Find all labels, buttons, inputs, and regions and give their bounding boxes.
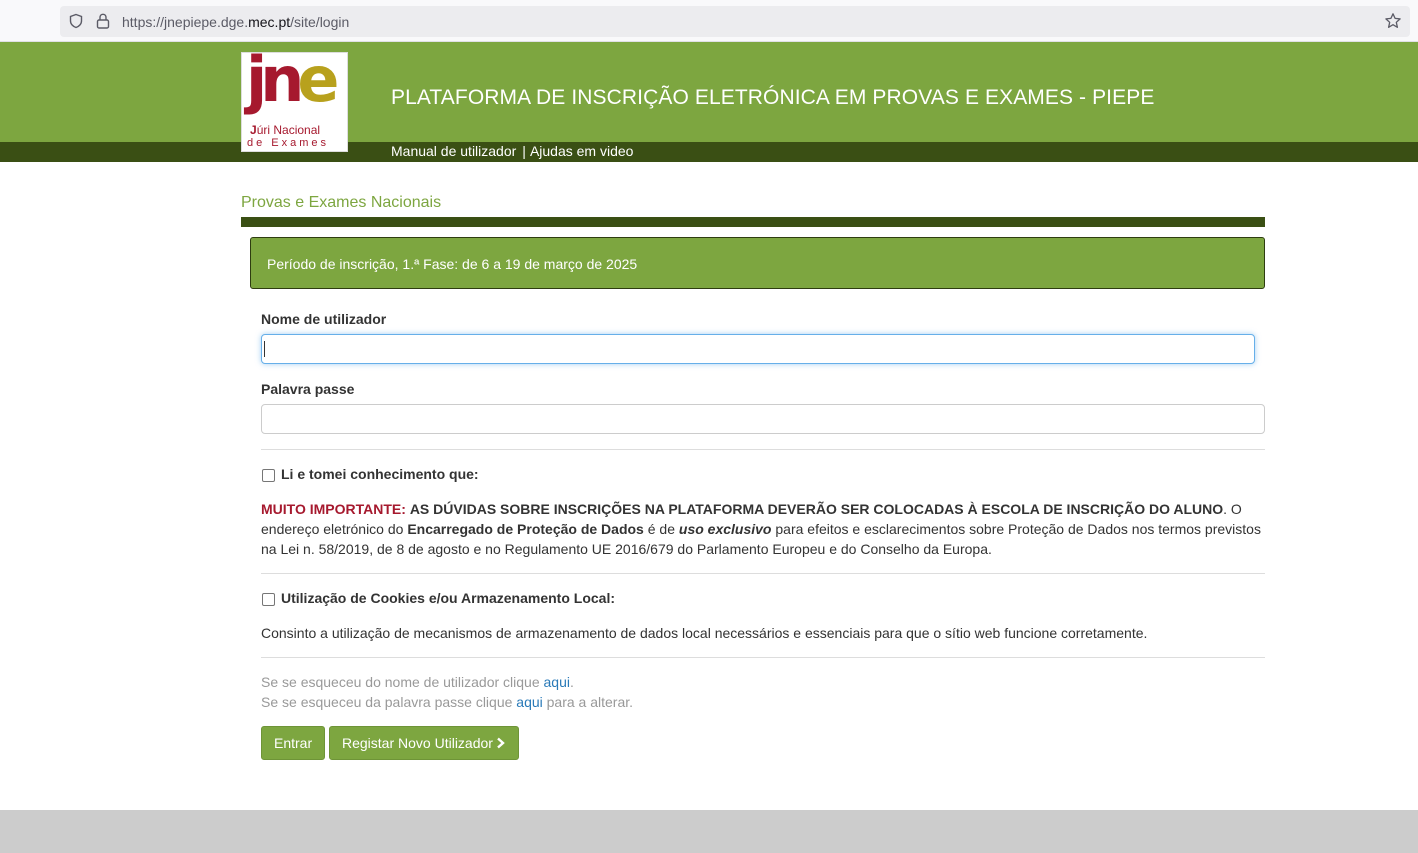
divider <box>261 573 1265 574</box>
acknowledge-label[interactable]: Li e tomei conhecimento que: <box>281 466 479 482</box>
text-cursor <box>264 341 265 357</box>
forgot-password-text: Se se esqueceu da palavra passe clique a… <box>261 694 634 710</box>
exclusive-use-text: uso exclusivo <box>678 521 772 537</box>
url-text[interactable]: https://jnepiepe.dge.mec.pt/site/login <box>122 14 349 30</box>
url-suffix: /site/login <box>290 14 350 30</box>
cookies-label[interactable]: Utilização de Cookies e/ou Armazenamento… <box>281 590 615 606</box>
login-button[interactable]: Entrar <box>261 726 326 760</box>
logo-exames-text: de Exames <box>247 137 330 149</box>
dpo-text: Encarregado de Proteção de Dados <box>407 521 644 537</box>
important-notice: MUITO IMPORTANTE: AS DÚVIDAS SOBRE INSCR… <box>261 499 1271 559</box>
password-label: Palavra passe <box>261 381 355 397</box>
jne-logo[interactable]: jne Júri Nacional de Exames <box>241 52 348 152</box>
divider <box>261 449 1265 450</box>
shield-icon[interactable] <box>68 13 84 29</box>
lock-icon[interactable] <box>96 13 110 29</box>
important-caps: AS DÚVIDAS SOBRE INSCRIÇÕES NA PLATAFORM… <box>409 501 1224 517</box>
password-input[interactable] <box>261 404 1265 434</box>
url-prefix: https://jnepiepe.dge. <box>122 14 249 30</box>
important-text-2: é de <box>643 521 679 537</box>
nav-separator: | <box>522 143 526 159</box>
logo-letters: jne <box>246 52 339 116</box>
username-input[interactable] <box>261 334 1255 364</box>
header-nav: Manual de utilizador | Ajudas em video <box>391 143 633 159</box>
alert-text: Período de inscrição, 1.ª Fase: de 6 a 1… <box>267 256 638 272</box>
cookies-checkbox[interactable] <box>262 593 275 606</box>
cookies-text: Consinto a utilização de mecanismos de a… <box>261 625 1148 641</box>
chevron-right-icon <box>497 737 505 749</box>
registration-period-alert: Período de inscrição, 1.ª Fase: de 6 a 1… <box>250 237 1265 289</box>
important-prefix: MUITO IMPORTANTE: <box>261 501 406 517</box>
section-rule <box>241 217 1265 227</box>
register-button[interactable]: Registar Novo Utilizador <box>329 726 519 760</box>
manual-link[interactable]: Manual de utilizador <box>391 143 516 159</box>
forgot-password-link[interactable]: aqui <box>516 694 542 710</box>
address-bar[interactable]: https://jnepiepe.dge.mec.pt/site/login <box>60 6 1410 37</box>
site-subnav-bar <box>0 142 1418 162</box>
logo-juri-text: Júri Nacional <box>250 123 321 137</box>
site-title: PLATAFORMA DE INSCRIÇÃO ELETRÓNICA EM PR… <box>391 86 1155 109</box>
url-domain: mec.pt <box>248 14 291 30</box>
username-label: Nome de utilizador <box>261 311 387 327</box>
bookmark-star-icon[interactable] <box>1384 12 1402 30</box>
forgot-username-link[interactable]: aqui <box>544 674 570 690</box>
section-title: Provas e Exames Nacionais <box>241 194 442 211</box>
browser-toolbar: https://jnepiepe.dge.mec.pt/site/login <box>0 0 1418 42</box>
acknowledge-checkbox[interactable] <box>262 469 275 482</box>
forgot-username-text: Se se esqueceu do nome de utilizador cli… <box>261 674 574 690</box>
divider <box>261 657 1265 658</box>
page-footer <box>0 810 1418 853</box>
video-help-link[interactable]: Ajudas em video <box>530 143 634 159</box>
